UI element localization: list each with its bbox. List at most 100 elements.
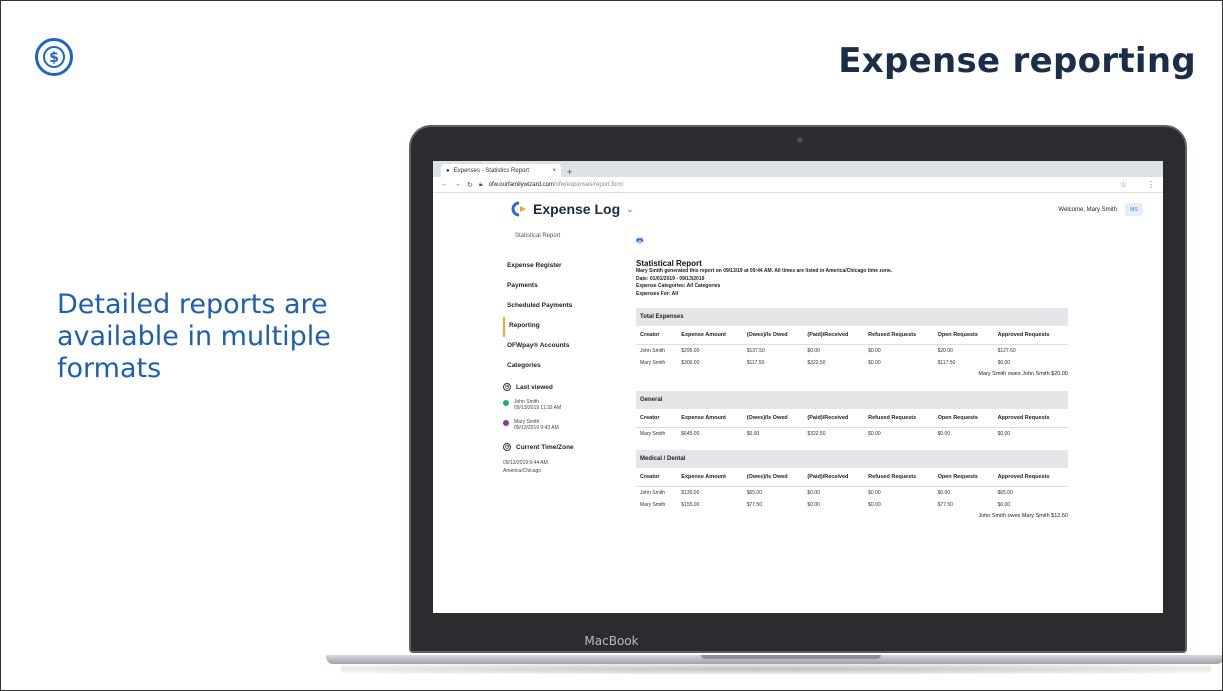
table-cell: $117.50: [746, 360, 765, 366]
reload-icon[interactable]: ↻: [467, 181, 473, 189]
table-cell: $0.00: [868, 360, 881, 366]
table-cell: $0.00: [997, 360, 1011, 366]
column-header: (Paid)/Received: [803, 409, 865, 428]
table-cell: $0.00: [868, 502, 881, 508]
print-icon[interactable]: 🖶︎: [636, 235, 644, 249]
report-table: Creator Expense Amount (Owes)/Is Owed (Paid…: [636, 468, 1068, 511]
table-row: Mary Smith $155.00 $77.50 $0.00 $0.00 $77.50 $…: [636, 499, 1068, 511]
report-title: Statistical Report: [636, 259, 702, 268]
avatar[interactable]: MS: [1125, 203, 1143, 216]
table-cell: $0.00: [746, 431, 760, 437]
user-dot-icon: [503, 420, 509, 426]
column-header: Expense Amount: [677, 409, 743, 428]
report-section: Medical / Dental Creator Expense Amount (Ow…: [636, 450, 1068, 523]
table-cell: $65.00: [997, 490, 1013, 496]
column-header: Refused Requests: [864, 326, 934, 345]
table-row: John Smith $130.00 $65.00 $0.00 $0.00 $0.00 $6…: [636, 487, 1068, 500]
app-name: Expense Log: [533, 201, 621, 217]
browser-menu-icon[interactable]: ⋮: [1147, 180, 1155, 189]
balance-summary: John Smith owes Mary Smith $12.50: [978, 513, 1068, 519]
table-row: Mary Smith $645.00 $0.00 $322.50 $0.00 $0.00 $…: [636, 428, 1068, 441]
forward-icon[interactable]: →: [454, 181, 461, 188]
user-dot-icon: [503, 400, 509, 406]
clock-icon: ◷: [503, 443, 511, 451]
svg-text:$: $: [49, 50, 59, 66]
report-content: Statistical Report Mary Smith generated …: [636, 259, 1068, 523]
column-header: Creator: [636, 326, 678, 345]
table-cell: Mary Smith: [640, 431, 666, 437]
bookmark-star-icon[interactable]: ☆: [1120, 180, 1127, 189]
report-date: Date: 01/01/2019 - 09/13/2019: [636, 275, 705, 282]
table-cell: $137.50: [746, 348, 765, 354]
report-section: Total Expenses Creator Expense Amount (Owes…: [636, 308, 1068, 381]
table-cell: Mary Smith: [640, 360, 666, 366]
column-header: (Owes)/Is Owed: [742, 409, 804, 428]
report-for: Expenses For: All: [636, 290, 679, 297]
laptop-shadow: [341, 664, 1211, 674]
table-cell: $295.00: [681, 348, 700, 354]
table-cell: $322.50: [807, 360, 826, 366]
back-icon[interactable]: ←: [441, 181, 448, 188]
column-header: Approved Requests: [993, 326, 1068, 345]
report-table: Creator Expense Amount (Owes)/Is Owed (Paid…: [636, 326, 1068, 369]
recent-item[interactable]: Mary Smith 09/13/2019 9:43 AM: [503, 419, 623, 431]
laptop-label: MacBook: [584, 634, 639, 648]
column-header: Expense Amount: [677, 468, 743, 487]
section-title: Total Expenses: [636, 308, 1068, 326]
table-cell: $0.00: [807, 502, 820, 508]
last-viewed-header: ◷ Last viewed: [503, 383, 553, 391]
column-header: Open Requests: [933, 409, 994, 428]
app-body: Expense Log ⌄ Welcome, Mary Smith MS Sta…: [433, 193, 1163, 613]
sidebar-item-payments[interactable]: Payments: [503, 277, 623, 297]
laptop-notch: [701, 655, 881, 659]
sidebar-item-ofwpay-accounts[interactable]: OFWpay® Accounts: [503, 337, 623, 357]
section-title: General: [636, 391, 1068, 409]
column-header: (Paid)/Received: [803, 468, 865, 487]
table-cell: $127.50: [997, 348, 1016, 354]
sidebar-item-categories[interactable]: Categories: [503, 357, 623, 377]
column-header: Creator: [636, 409, 678, 428]
clock-icon: ◷: [503, 383, 511, 391]
browser-tabbar: ● Expenses - Statistics Report × +: [433, 161, 1163, 177]
current-time-header: ◷ Current Time/Zone: [503, 443, 574, 451]
table-cell: $300.00: [681, 360, 700, 366]
sidebar-item-reporting[interactable]: Reporting: [503, 317, 623, 337]
table-cell: $0.00: [807, 490, 820, 496]
table-row: Mary Smith $300.00 $117.50 $322.50 $0.00 $117…: [636, 357, 1068, 369]
table-cell: $645.00: [681, 431, 700, 437]
recent-item[interactable]: John Smith 09/13/2019 11:32 AM: [503, 399, 623, 411]
sidebar-item-scheduled-payments[interactable]: Scheduled Payments: [503, 297, 623, 317]
address-bar: ← → ↻ 🔒︎ ofw.ourfamilywizard.com/ofw/exp…: [433, 177, 1163, 193]
sidebar: Statistical Report Expense Register Paym…: [503, 233, 623, 475]
url-field[interactable]: ofw.ourfamilywizard.com/ofw/expenses/rep…: [489, 182, 624, 188]
table-cell: $0.00: [868, 431, 881, 437]
chevron-down-icon[interactable]: ⌄: [626, 204, 634, 215]
column-header: Refused Requests: [864, 409, 934, 428]
welcome-text: Welcome, Mary Smith: [1058, 207, 1117, 213]
table-cell: Mary Smith: [640, 502, 666, 508]
browser-tab[interactable]: ● Expenses - Statistics Report ×: [441, 164, 561, 177]
lock-icon: 🔒︎: [478, 180, 483, 188]
ofw-logo-icon: [511, 201, 526, 217]
table-cell: $77.50: [746, 502, 762, 508]
table-cell: $0.00: [997, 502, 1011, 508]
camera-icon: [797, 137, 803, 143]
report-categories: Expense Categories: All Categories: [636, 283, 721, 289]
table-cell: $77.50: [937, 502, 953, 508]
column-header: Approved Requests: [993, 468, 1068, 487]
report-table: Creator Expense Amount (Owes)/Is Owed (Paid…: [636, 409, 1068, 440]
new-tab-button[interactable]: +: [567, 167, 572, 177]
table-row: John Smith $295.00 $137.50 $0.00 $0.00 $20.00…: [636, 345, 1068, 358]
slide-subtitle: Detailed reports are available in multip…: [57, 289, 331, 384]
laptop-screen: ● Expenses - Statistics Report × + ← → ↻…: [433, 161, 1163, 613]
app-brand[interactable]: Expense Log ⌄: [509, 201, 634, 217]
balance-summary: Mary Smith owes John Smith $20.00: [978, 371, 1068, 377]
column-header: Refused Requests: [864, 468, 934, 487]
column-header: (Owes)/Is Owed: [742, 326, 804, 345]
table-cell: $20.00: [937, 348, 953, 354]
sidebar-item-expense-register[interactable]: Expense Register: [503, 257, 623, 277]
table-cell: $322.50: [807, 431, 826, 437]
table-cell: John Smith: [640, 348, 666, 354]
tab-close-icon[interactable]: ×: [552, 168, 556, 174]
table-cell: $0.00: [807, 348, 820, 354]
